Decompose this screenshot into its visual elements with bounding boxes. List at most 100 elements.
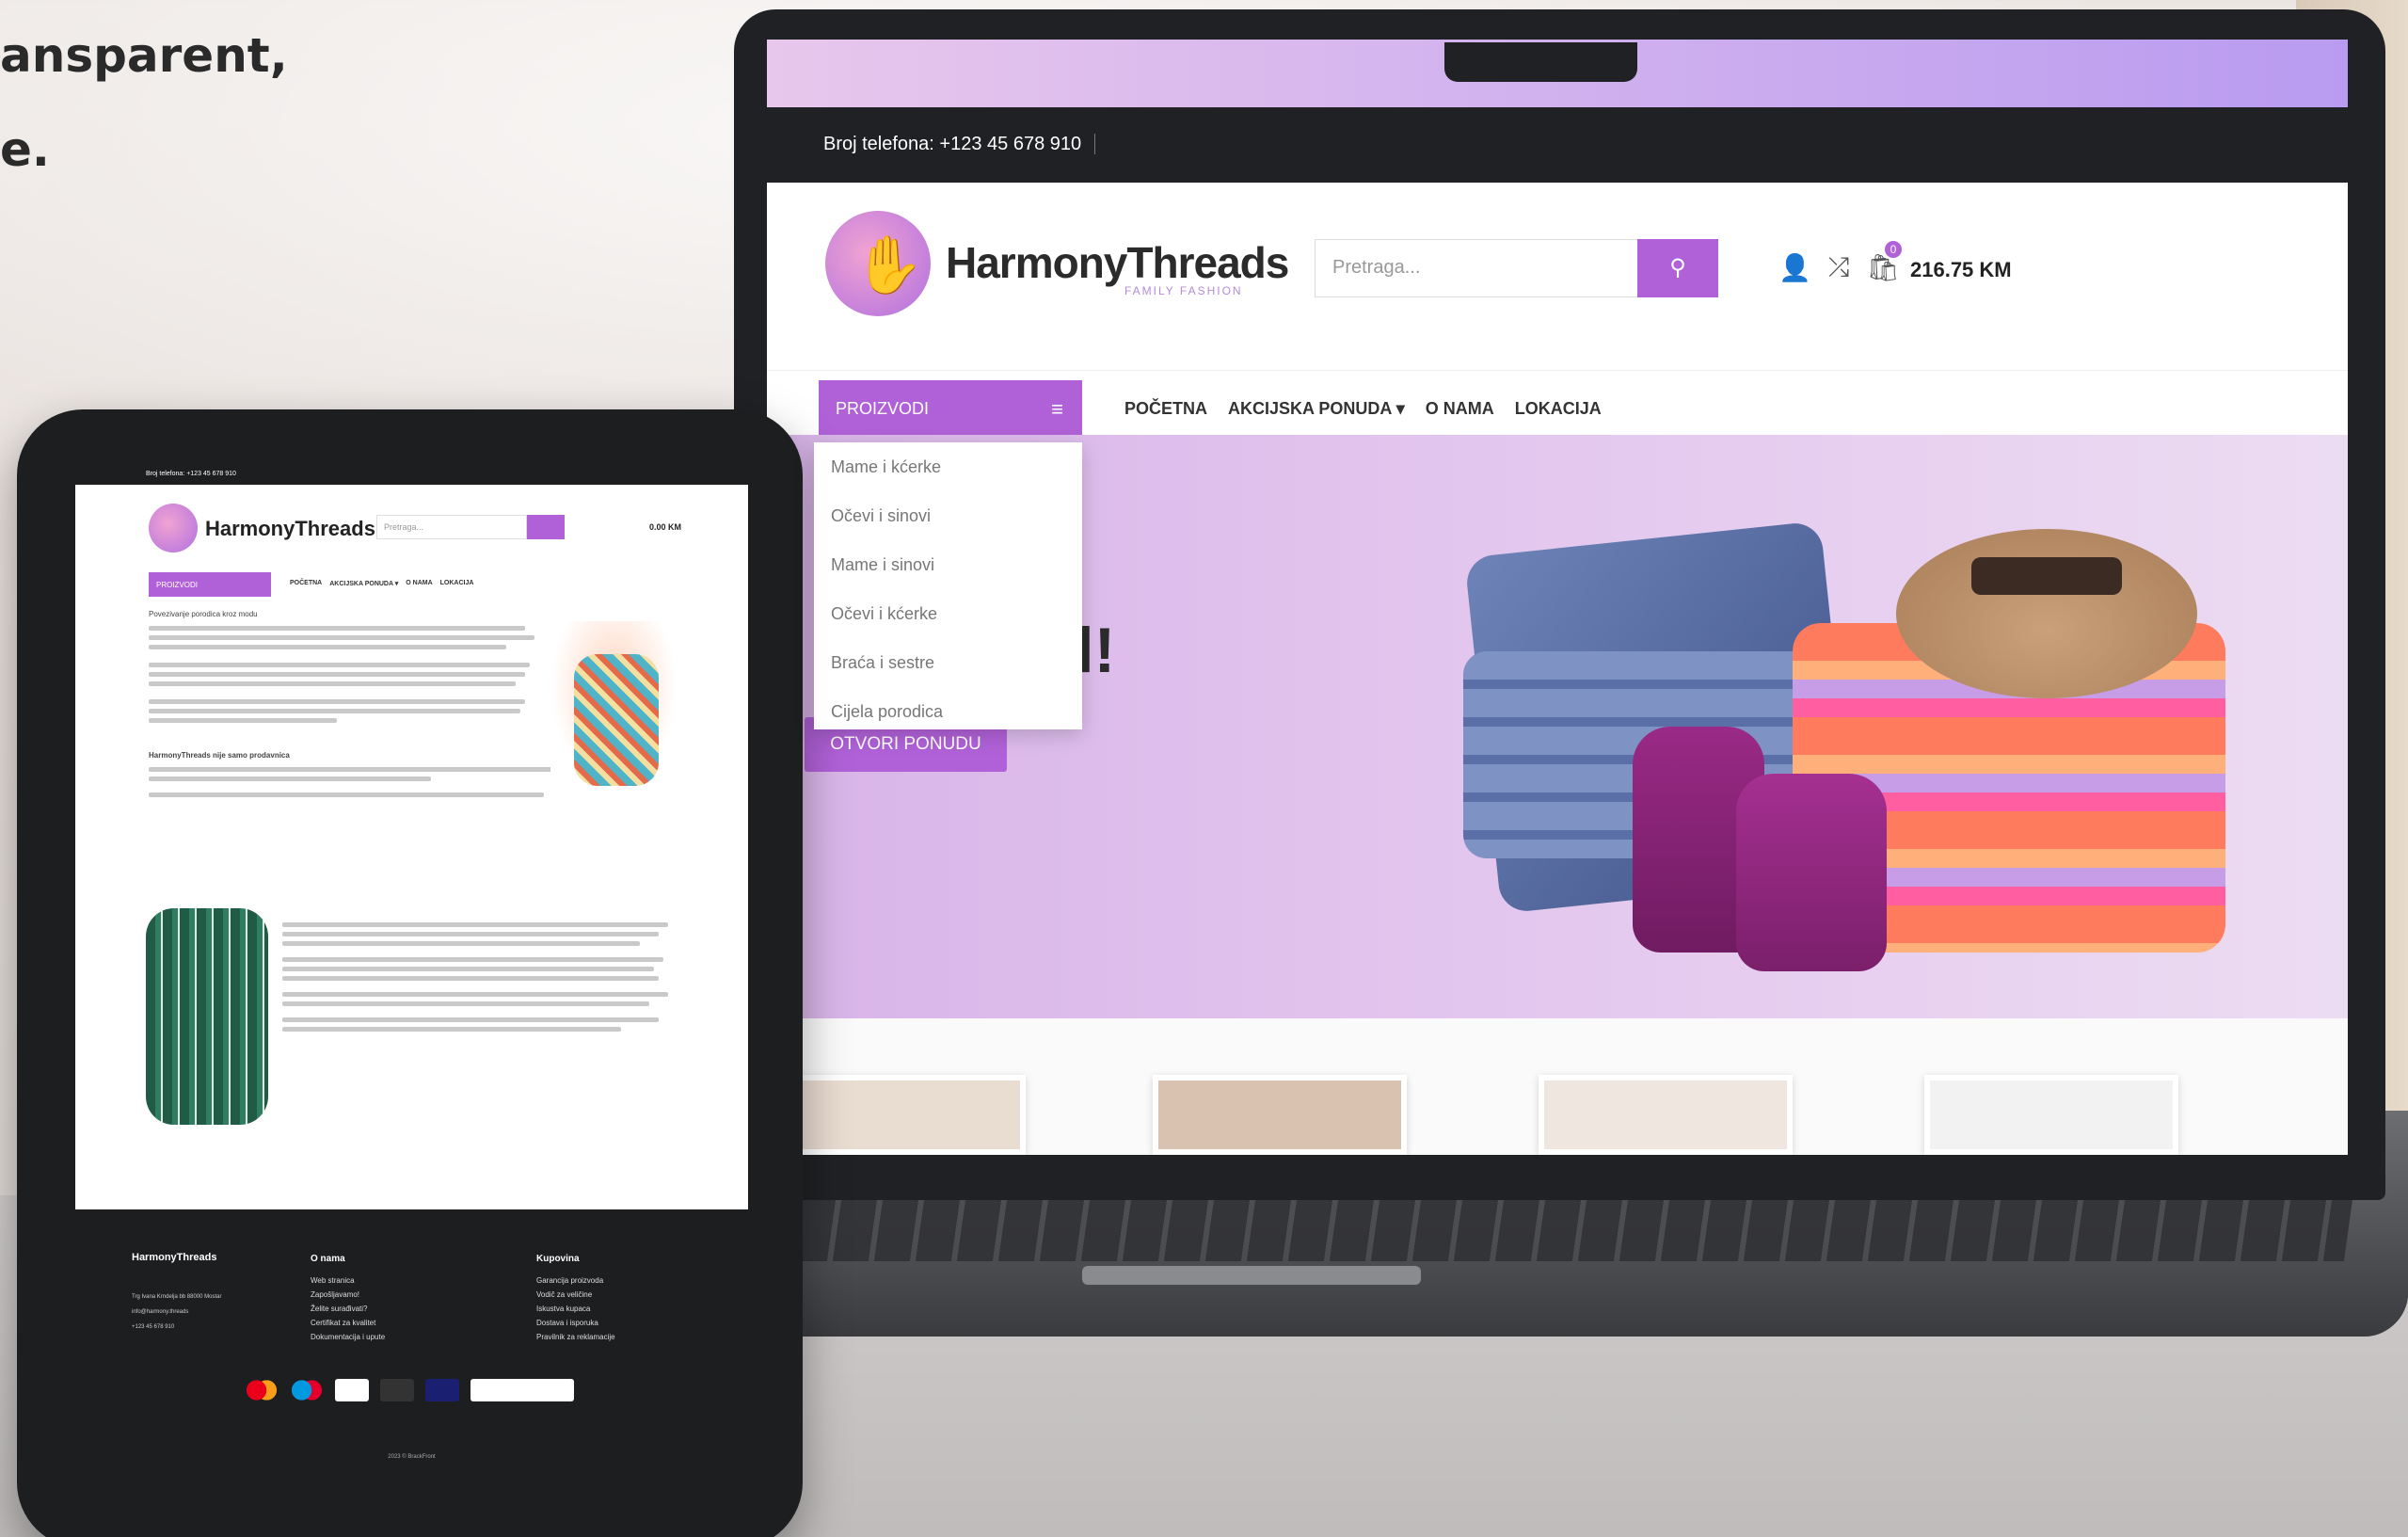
search-input[interactable]: Pretraga... — [1315, 239, 1639, 297]
footer-col-about: O nama Web stranica Zapošljavamo! Želite… — [311, 1252, 385, 1344]
laptop-notch — [1444, 42, 1637, 82]
dropdown-item[interactable]: Mame i kćerke — [814, 442, 1082, 491]
user-icon[interactable]: 👤 — [1778, 252, 1811, 283]
cart-count-badge: 0 — [1885, 241, 1902, 258]
nav-sale[interactable]: AKCIJSKA PONUDA ▾ — [1228, 399, 1405, 419]
footer-col-title: Kupovina — [536, 1254, 580, 1264]
text-line — [282, 1017, 659, 1022]
nav-sale[interactable]: AKCIJSKA PONUDA ▾ — [329, 580, 398, 587]
footer-link[interactable]: Zapošljavamo! — [311, 1288, 385, 1302]
payment-logos — [245, 1379, 574, 1401]
footer-link[interactable]: Želite surađivati? — [311, 1302, 385, 1316]
site-header: ✋ HarmonyThreads FAMILY FASHION Pretraga… — [767, 183, 2348, 371]
category-card[interactable] — [1924, 1075, 2178, 1155]
products-menu-button[interactable]: PROIZVODI — [149, 572, 271, 597]
tablet-footer: HarmonyThreads Trg Ivana Krndelja bb 880… — [75, 1209, 748, 1487]
text-line — [282, 992, 668, 997]
family-photo-2 — [146, 908, 268, 1125]
text-line — [282, 976, 659, 981]
footer-email[interactable]: info@harmony.threads — [132, 1305, 222, 1320]
footer-link[interactable]: Vodič za veličine — [536, 1288, 615, 1302]
hero-hat-image — [1896, 529, 2197, 698]
text-line — [282, 932, 659, 937]
paywall-icon — [470, 1379, 574, 1401]
visa-icon — [335, 1379, 369, 1401]
footer-link[interactable]: Dostava i isporuka — [536, 1316, 615, 1330]
brand-name[interactable]: HarmonyThreads — [946, 237, 1289, 288]
footer-link[interactable]: Pravilnik za reklamacije — [536, 1330, 615, 1344]
text-line — [149, 672, 525, 677]
nav-location[interactable]: LOKACIJA — [1515, 399, 1602, 419]
brand-logo[interactable] — [149, 504, 198, 552]
footer-link[interactable]: Certifikat za kvalitet — [311, 1316, 385, 1330]
text-line — [282, 941, 640, 946]
category-card[interactable] — [772, 1075, 1026, 1155]
nav-home[interactable]: POČETNA — [290, 580, 322, 587]
tablet-screen: Broj telefona: +123 45 678 910 HarmonyTh… — [75, 466, 748, 1487]
shuffle-icon[interactable]: ⤮ — [1828, 252, 1849, 283]
text-line — [282, 922, 668, 927]
hero-hat-band — [1971, 557, 2122, 595]
dropdown-item[interactable]: Očevi i sinovi — [814, 491, 1082, 540]
text-line — [149, 645, 506, 649]
tagline-line-1: ansparent, — [0, 28, 288, 83]
family-photo-1-figures — [574, 654, 659, 786]
dropdown-item[interactable]: Očevi i kćerke — [814, 589, 1082, 638]
top-info-bar: Broj telefona: +123 45 678 910 — [767, 107, 2348, 183]
category-cards — [767, 1018, 2348, 1155]
category-card[interactable] — [1153, 1075, 1407, 1155]
nav-about[interactable]: O NAMA — [1426, 399, 1494, 419]
tablet-navigation: PROIZVODI POČETNA AKCIJSKA PONUDA ▾ O NA… — [75, 565, 748, 602]
text-line — [282, 967, 654, 971]
search-icon: ⚲ — [1669, 255, 1686, 280]
text-line — [149, 777, 431, 781]
nav-about[interactable]: O NAMA — [406, 580, 432, 587]
footer-col-shopping: Kupovina Garancija proizvoda Vodič za ve… — [536, 1252, 615, 1344]
products-dropdown: Mame i kćerke Očevi i sinovi Mame i sino… — [814, 442, 1082, 729]
footer-col-title: O nama — [311, 1254, 345, 1264]
cart-total[interactable]: 0.00 KM — [649, 522, 681, 532]
brand-logo[interactable]: ✋ — [825, 211, 931, 316]
tagline-line-2: e. — [0, 122, 50, 177]
dropdown-item[interactable]: Cijela porodica — [814, 687, 1082, 736]
copyright: 2023 © BrackFront — [388, 1454, 436, 1460]
nav-home[interactable]: POČETNA — [1124, 399, 1207, 419]
text-line — [149, 681, 516, 686]
footer-link[interactable]: Iskustva kupaca — [536, 1302, 615, 1316]
visa-secure-icon — [425, 1379, 459, 1401]
footer-contact: Trg Ivana Krndelja bb 88000 Mostar info@… — [132, 1289, 222, 1335]
text-line — [149, 626, 525, 631]
text-line — [149, 793, 544, 797]
footer-link[interactable]: Dokumentacija i upute — [311, 1330, 385, 1344]
tablet-article-2 — [282, 918, 678, 1036]
brand-name[interactable]: HarmonyThreads — [205, 517, 375, 541]
text-line — [149, 709, 520, 713]
tablet-header: HarmonyThreads Pretraga... 0.00 KM — [75, 485, 748, 565]
dropdown-item[interactable]: Mame i sinovi — [814, 540, 1082, 589]
text-line — [149, 718, 337, 723]
text-line — [282, 1001, 649, 1006]
laptop-screen: Broj telefona: +123 45 678 910 ✋ Harmony… — [767, 40, 2348, 1155]
search-button[interactable]: ⚲ — [1637, 239, 1718, 297]
dropdown-item[interactable]: Braća i sestre — [814, 638, 1082, 687]
search-button[interactable] — [527, 515, 565, 539]
header-icons: 👤 ⤮ 🛍 — [1778, 252, 1900, 283]
footer-address: Trg Ivana Krndelja bb 88000 Mostar — [132, 1294, 222, 1300]
phone-number: Broj telefona: +123 45 678 910 — [823, 134, 1096, 154]
footer-link[interactable]: Web stranica — [311, 1273, 385, 1288]
text-line — [149, 663, 530, 667]
search-input[interactable]: Pretraga... — [376, 515, 527, 539]
maestro-icon — [290, 1379, 324, 1401]
laptop-trackpad — [1082, 1266, 1421, 1285]
cart-total[interactable]: 216.75 KM — [1910, 258, 2012, 282]
hamburger-icon: ≡ — [1051, 397, 1063, 421]
products-label: PROIZVODI — [836, 399, 930, 418]
nav-location[interactable]: LOKACIJA — [440, 580, 474, 587]
footer-phone: +123 45 678 910 — [132, 1324, 175, 1330]
products-menu-button[interactable]: PROIZVODI ≡ — [819, 380, 1082, 439]
category-card[interactable] — [1539, 1075, 1793, 1155]
footer-brand[interactable]: HarmonyThreads — [132, 1252, 216, 1263]
footer-link[interactable]: Garancija proizvoda — [536, 1273, 615, 1288]
hand-icon: ✋ — [853, 233, 924, 296]
id-check-icon — [380, 1379, 414, 1401]
